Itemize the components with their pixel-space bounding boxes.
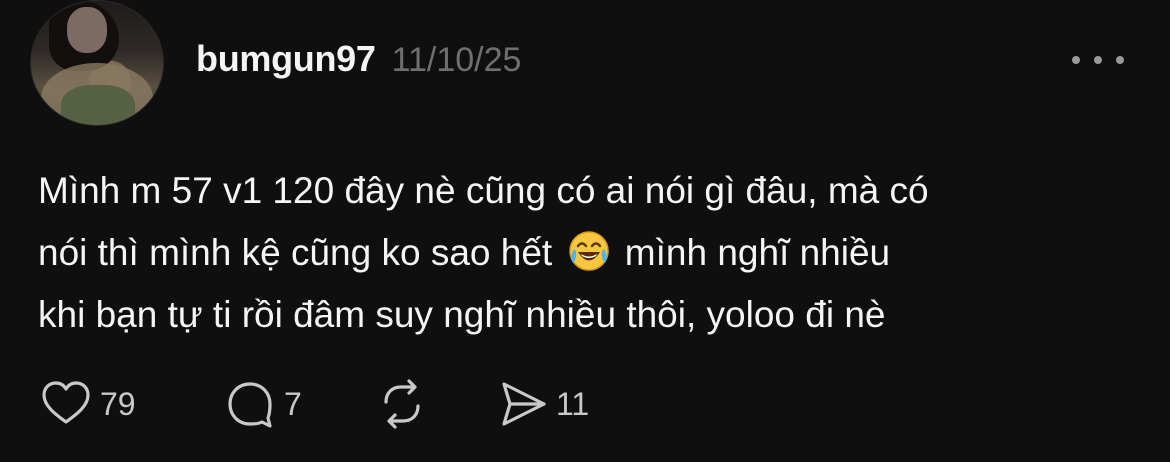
post-date: 11/10/25 bbox=[391, 41, 522, 79]
repost-button[interactable] bbox=[374, 376, 494, 432]
speech-bubble-icon bbox=[228, 382, 272, 428]
post-text-line: khi bạn tự ti rồi đâm suy nghĩ nhiều thô… bbox=[38, 294, 886, 335]
send-icon bbox=[502, 382, 546, 426]
post-header: bumgun97 11/10/25 bbox=[196, 38, 521, 84]
post-text-segment: nói thì mình kệ cũng ko sao hết bbox=[38, 232, 553, 273]
more-dot bbox=[1094, 56, 1102, 64]
avatar[interactable] bbox=[30, 0, 164, 126]
reply-button[interactable]: 7 bbox=[222, 376, 374, 432]
avatar-top bbox=[61, 85, 135, 125]
username[interactable]: bumgun97 bbox=[196, 38, 376, 80]
action-bar: 79 7 11 bbox=[38, 376, 589, 432]
like-button[interactable]: 79 bbox=[38, 376, 222, 432]
share-count: 11 bbox=[556, 385, 590, 422]
post-text-segment: mình nghĩ nhiều bbox=[614, 232, 891, 273]
reply-count: 7 bbox=[284, 385, 302, 422]
more-dot bbox=[1116, 56, 1124, 64]
post-text-line: Mình m 57 v1 120 đây nè cũng có ai nói g… bbox=[38, 170, 929, 211]
post-text-line: nói thì mình kệ cũng ko sao hết mình ngh… bbox=[38, 222, 1148, 284]
repost-icon bbox=[384, 379, 420, 429]
more-options-icon[interactable] bbox=[1072, 48, 1124, 72]
more-dot bbox=[1072, 56, 1080, 64]
like-count: 79 bbox=[100, 385, 136, 422]
face-with-tears-of-joy-icon bbox=[568, 231, 609, 271]
heart-icon bbox=[42, 381, 90, 424]
thread-post: bumgun97 11/10/25 Mình m 57 v1 120 đây n… bbox=[0, 0, 1170, 462]
share-button[interactable]: 11 bbox=[494, 376, 589, 432]
avatar-face bbox=[67, 7, 107, 53]
post-text: Mình m 57 v1 120 đây nè cũng có ai nói g… bbox=[38, 160, 1148, 346]
